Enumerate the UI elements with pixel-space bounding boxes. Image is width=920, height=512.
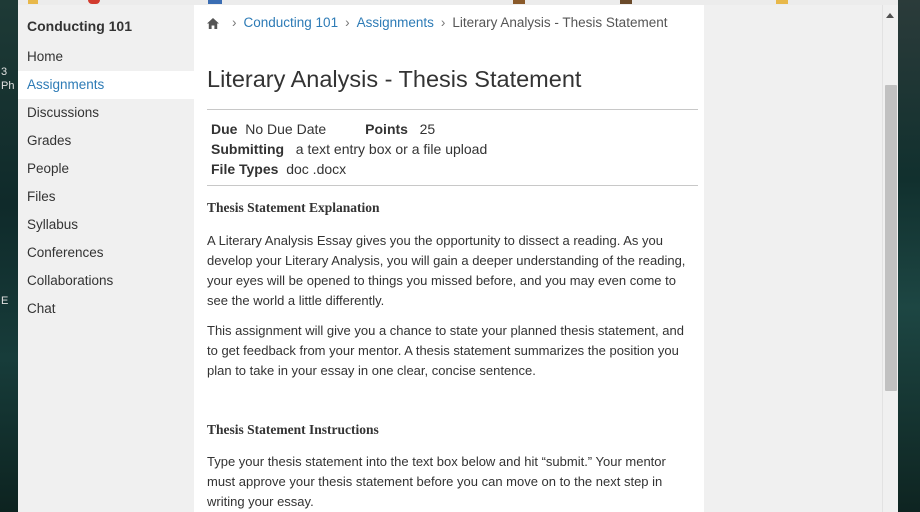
sidebar-item-discussions[interactable]: Discussions [18, 99, 194, 127]
paragraph-line: see the world a little differently. [207, 293, 385, 308]
bookmark-favicon[interactable] [88, 0, 100, 4]
paragraph-line: writing your essay. [207, 494, 314, 509]
breadcrumb-assignments-link[interactable]: Assignments [357, 15, 434, 30]
bookmark-folder-icon[interactable] [28, 0, 38, 4]
paragraph-line: develop your Literary Analysis, you will… [207, 253, 686, 268]
bookmark-favicon[interactable] [620, 0, 632, 4]
divider [207, 109, 698, 110]
chevron-right-icon: › [345, 15, 350, 30]
chevron-right-icon: › [440, 15, 446, 30]
desktop-background-left: 3 Ph E [0, 0, 18, 512]
page-title: Literary Analysis - Thesis Statement [207, 66, 582, 92]
paragraph-line: plan to take in your essay in one clear,… [207, 363, 536, 378]
browser-viewport: Conducting 101 Home Assignments Discussi… [18, 5, 882, 512]
sidebar-item-collaborations[interactable]: Collaborations [18, 267, 194, 295]
paragraph: Type your thesis statement into the text… [207, 452, 697, 512]
sidebar-item-files[interactable]: Files [18, 183, 194, 211]
paragraph: A Literary Analysis Essay gives you the … [207, 231, 697, 311]
paragraph-line: This assignment will give you a chance t… [207, 323, 684, 338]
sidebar-item-conferences[interactable]: Conferences [18, 239, 194, 267]
sidebar-item-chat[interactable]: Chat [18, 295, 194, 323]
due-value: No Due Date [245, 121, 327, 137]
desktop-text-fragment: Ph [1, 80, 15, 92]
due-label: Due [211, 121, 238, 137]
submitting-row: Submitting a text entry box or a file up… [211, 139, 487, 159]
file-types-label: File Types [211, 161, 279, 177]
breadcrumb: › Conducting 101 › Assignments › Literary Ana… [207, 15, 667, 32]
sidebar-item-people[interactable]: People [18, 155, 194, 183]
course-nav: Home Assignments Discussions Grades Peop… [18, 43, 194, 323]
assignment-content: › Conducting 101 › Assignments › Literary Ana… [194, 5, 704, 512]
course-title[interactable]: Conducting 101 [27, 18, 132, 34]
desktop-background-right [898, 0, 920, 512]
paragraph-line: must approve your thesis statement befor… [207, 474, 663, 489]
due-points-row: Due No Due Date Points 25 [211, 119, 487, 139]
chevron-right-icon: › [232, 15, 237, 30]
points-value: 25 [419, 121, 436, 137]
assignment-details: Due No Due Date Points 25 Submitting a te… [211, 119, 487, 179]
bookmark-favicon[interactable] [208, 0, 222, 4]
sidebar-item-home[interactable]: Home [18, 43, 194, 71]
desktop-text-fragment: E [1, 295, 9, 307]
section-heading: Thesis Statement Instructions [207, 422, 379, 437]
submitting-value: a text entry box or a file upload [295, 141, 488, 157]
desktop-text-fragment: 3 [1, 66, 8, 78]
assignment-description: Thesis Statement Explanation A Literary … [207, 200, 697, 512]
breadcrumb-course-link[interactable]: Conducting 101 [244, 15, 339, 30]
bookmark-folder-icon[interactable] [776, 0, 788, 4]
sidebar-item-syllabus[interactable]: Syllabus [18, 211, 194, 239]
sidebar-item-assignments[interactable]: Assignments [18, 71, 194, 99]
file-types-row: File Types doc .docx [211, 159, 487, 179]
paragraph-line: your eyes will be opened to things you m… [207, 273, 676, 288]
submitting-label: Submitting [211, 141, 285, 157]
sidebar-item-grades[interactable]: Grades [18, 127, 194, 155]
points-label: Points [365, 121, 408, 137]
section-heading: Thesis Statement Explanation [207, 200, 380, 215]
home-icon[interactable] [207, 17, 219, 32]
paragraph-line: to get feedback from your mentor. A thes… [207, 343, 679, 358]
paragraph: This assignment will give you a chance t… [207, 321, 697, 381]
paragraph-line: A Literary Analysis Essay gives you the … [207, 233, 663, 248]
bookmark-favicon[interactable] [513, 0, 525, 4]
paragraph-line: Type your thesis statement into the text… [207, 454, 666, 469]
scroll-up-arrow-icon[interactable] [886, 13, 894, 18]
divider [207, 185, 698, 186]
file-types-value: doc .docx [286, 161, 347, 177]
breadcrumb-current: Literary Analysis - Thesis Statement [452, 15, 668, 30]
course-sidebar: Conducting 101 Home Assignments Discussi… [18, 5, 194, 512]
scrollbar-thumb[interactable] [885, 85, 897, 391]
vertical-scrollbar[interactable] [882, 5, 899, 512]
